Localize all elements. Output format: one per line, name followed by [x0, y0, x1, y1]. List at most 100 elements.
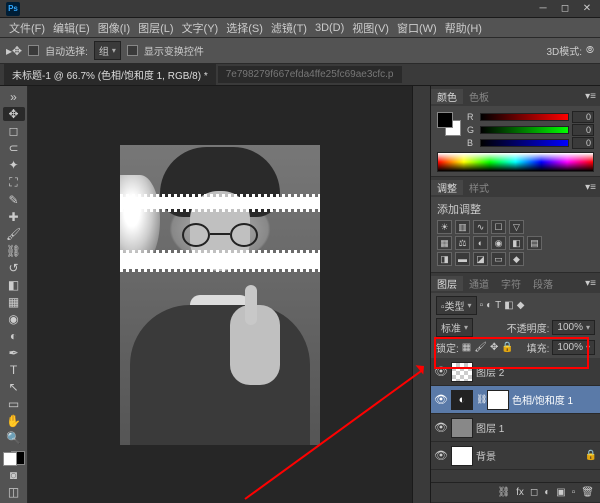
layer-row[interactable]: 👁 图层 1	[431, 414, 600, 442]
path-tool[interactable]: ↖	[3, 380, 25, 394]
invert-icon[interactable]: ◨	[437, 252, 452, 266]
blur-tool[interactable]: ◉	[3, 312, 25, 326]
hue-sat-icon[interactable]: ▦	[437, 236, 452, 250]
new-adjustment-icon[interactable]: ◐	[544, 487, 550, 498]
brush-tool[interactable]: 🖌	[3, 227, 25, 241]
menu-3d[interactable]: 3D(D)	[312, 22, 347, 34]
lasso-tool[interactable]: ⊂	[3, 141, 25, 155]
filter-type-dropdown[interactable]: ▫类型	[436, 296, 477, 315]
lock-pixels-icon[interactable]: 🖌	[474, 342, 487, 353]
layer-fx-icon[interactable]: fx	[516, 487, 524, 498]
channel-mixer-icon[interactable]: ◧	[509, 236, 524, 250]
visibility-icon[interactable]: 👁	[434, 449, 448, 462]
collapsed-dock[interactable]	[412, 86, 430, 503]
exposure-icon[interactable]: ☐	[491, 220, 506, 234]
bw-icon[interactable]: ◐	[473, 236, 488, 250]
channels-tab[interactable]: 通道	[463, 276, 495, 291]
eyedropper-tool[interactable]: ✎	[3, 193, 25, 207]
lock-all-icon[interactable]: 🔒	[501, 342, 513, 353]
maximize-button[interactable]: ◻	[558, 4, 572, 14]
history-brush-tool[interactable]: ↺	[3, 261, 25, 275]
g-value[interactable]: 0	[572, 124, 594, 136]
spectrum-picker[interactable]	[437, 152, 594, 172]
delete-layer-icon[interactable]: 🗑	[581, 487, 594, 498]
visibility-icon[interactable]: 👁	[434, 393, 448, 406]
gradient-map-icon[interactable]: ▭	[491, 252, 506, 266]
gradient-tool[interactable]: ▦	[3, 295, 25, 309]
adjustments-tab[interactable]: 调整	[431, 180, 463, 195]
brightness-icon[interactable]: ☀	[437, 220, 452, 234]
minimize-button[interactable]: ─	[536, 4, 550, 14]
text-tool[interactable]: T	[3, 363, 25, 377]
photo-filter-icon[interactable]: ◉	[491, 236, 506, 250]
link-icon[interactable]: ⛓	[476, 394, 484, 405]
document-canvas[interactable]	[120, 145, 320, 445]
swatches-tab[interactable]: 色板	[463, 89, 495, 104]
b-value[interactable]: 0	[572, 137, 594, 149]
crop-tool[interactable]: ⛶	[3, 175, 25, 190]
menu-help[interactable]: 帮助(H)	[442, 20, 485, 36]
filter-icon[interactable]: T	[495, 300, 501, 311]
menu-type[interactable]: 文字(Y)	[179, 20, 222, 36]
fill-input[interactable]: 100%	[552, 340, 595, 355]
dodge-tool[interactable]: ◐	[3, 329, 25, 343]
blend-mode-dropdown[interactable]: 标准	[436, 318, 473, 337]
marquee-tool[interactable]: ◻	[3, 124, 25, 138]
levels-icon[interactable]: ▥	[455, 220, 470, 234]
document-tab-2[interactable]: 7e798279f667efda4ffe25fc69ae3cfc.p	[218, 66, 402, 83]
mask-thumbnail[interactable]	[487, 390, 509, 410]
menu-select[interactable]: 选择(S)	[223, 20, 266, 36]
opacity-input[interactable]: 100%	[552, 320, 595, 335]
auto-select-dropdown[interactable]: 组	[94, 41, 121, 60]
document-tab-1[interactable]: 未标题-1 @ 66.7% (色相/饱和度 1, RGB/8) *	[4, 64, 216, 85]
menu-edit[interactable]: 编辑(E)	[50, 20, 93, 36]
filter-icon[interactable]: ◧	[504, 300, 513, 311]
adjustment-thumbnail[interactable]: ◐	[451, 390, 473, 410]
3d-icon[interactable]: ⦾	[586, 45, 594, 56]
curves-icon[interactable]: ∿	[473, 220, 488, 234]
tab-icon[interactable]: »	[3, 90, 25, 104]
panel-menu-icon[interactable]: ▾≡	[585, 91, 596, 102]
menu-view[interactable]: 视图(V)	[349, 20, 392, 36]
pen-tool[interactable]: ✒	[3, 346, 25, 360]
shape-tool[interactable]: ▭	[3, 397, 25, 411]
zoom-tool[interactable]: 🔍	[3, 431, 25, 445]
screenmode-tool[interactable]: ◫	[3, 485, 25, 499]
filter-icon[interactable]: ◆	[517, 300, 525, 311]
visibility-icon[interactable]: 👁	[434, 421, 448, 434]
menu-file[interactable]: 文件(F)	[6, 20, 48, 36]
lock-pos-icon[interactable]: ✥	[490, 342, 498, 353]
lookup-icon[interactable]: ▤	[527, 236, 542, 250]
transform-checkbox[interactable]	[127, 45, 138, 56]
layer-row[interactable]: 👁 图层 2	[431, 358, 600, 386]
menu-window[interactable]: 窗口(W)	[394, 20, 440, 36]
b-slider[interactable]	[480, 139, 569, 147]
layer-name[interactable]: 色相/饱和度 1	[512, 392, 597, 407]
layer-thumbnail[interactable]	[451, 362, 473, 382]
styles-tab[interactable]: 样式	[463, 180, 495, 195]
g-slider[interactable]	[480, 126, 569, 134]
fg-color-box[interactable]	[437, 112, 453, 128]
layer-thumbnail[interactable]	[451, 418, 473, 438]
character-tab[interactable]: 字符	[495, 276, 527, 291]
new-layer-icon[interactable]: ▫	[572, 487, 576, 498]
threshold-icon[interactable]: ◪	[473, 252, 488, 266]
color-swatches[interactable]	[3, 452, 25, 465]
lock-trans-icon[interactable]: ▦	[462, 342, 471, 353]
panel-menu-icon[interactable]: ▾≡	[585, 278, 596, 289]
close-button[interactable]: ✕	[580, 4, 594, 14]
r-slider[interactable]	[480, 113, 569, 121]
menu-filter[interactable]: 滤镜(T)	[268, 20, 310, 36]
foreground-swatch[interactable]	[3, 452, 17, 466]
quickmask-tool[interactable]: ◙	[3, 468, 25, 482]
new-group-icon[interactable]: ▣	[556, 487, 565, 498]
vibrance-icon[interactable]: ▽	[509, 220, 524, 234]
eraser-tool[interactable]: ◧	[3, 278, 25, 292]
canvas-area[interactable]	[28, 86, 412, 503]
layer-mask-icon[interactable]: ◻	[530, 487, 538, 498]
filter-icon[interactable]: ▫	[480, 300, 484, 311]
menu-image[interactable]: 图像(I)	[95, 20, 133, 36]
stamp-tool[interactable]: ⛓	[3, 244, 25, 258]
layer-thumbnail[interactable]	[451, 446, 473, 466]
link-layers-icon[interactable]: ⛓	[497, 487, 510, 498]
